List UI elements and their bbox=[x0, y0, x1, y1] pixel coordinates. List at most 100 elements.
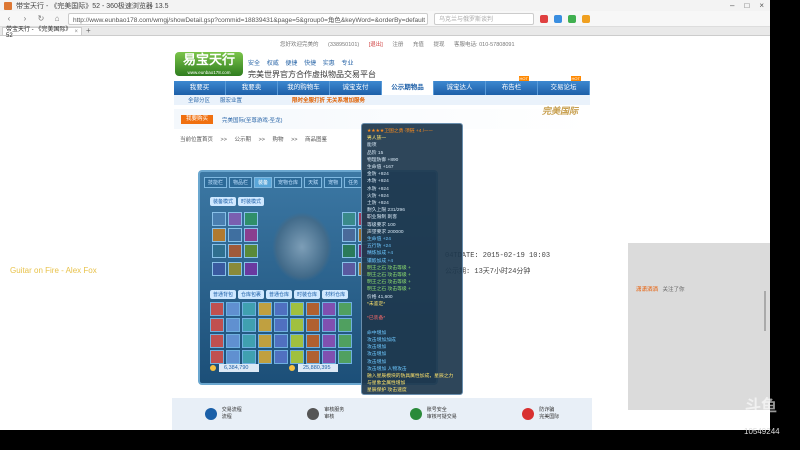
main-nav-item[interactable]: 公示期物品 bbox=[382, 81, 434, 95]
main-nav-item[interactable]: 布告栏 HOT bbox=[486, 76, 538, 95]
inventory-tab-button[interactable]: 仓库包裹 bbox=[238, 290, 265, 299]
search-input[interactable]: 乌克兰与俄罗斯谈判 bbox=[434, 12, 534, 25]
inventory-slot[interactable] bbox=[210, 334, 224, 348]
inventory-slot[interactable] bbox=[258, 334, 272, 348]
equipment-slot[interactable] bbox=[228, 212, 242, 226]
inventory-slot[interactable] bbox=[242, 302, 256, 316]
inventory-slot[interactable] bbox=[338, 302, 352, 316]
inventory-slot[interactable] bbox=[210, 318, 224, 332]
footer-item[interactable]: 审核服务 审核 bbox=[307, 407, 344, 421]
equipment-slot[interactable] bbox=[212, 228, 226, 242]
inventory-slot[interactable] bbox=[258, 350, 272, 364]
game-tab[interactable]: 任务 bbox=[344, 177, 363, 188]
main-nav-item[interactable]: 我的购物车 bbox=[278, 81, 330, 95]
inventory-slot[interactable] bbox=[226, 350, 240, 364]
inventory-slot[interactable] bbox=[322, 318, 336, 332]
equipment-slot[interactable] bbox=[244, 262, 258, 276]
inventory-slot[interactable] bbox=[258, 302, 272, 316]
chat-scrollbar[interactable] bbox=[764, 291, 766, 331]
subnav-all-servers[interactable]: 全部分区 bbox=[188, 96, 210, 104]
equipment-slot[interactable] bbox=[244, 244, 258, 258]
inventory-slot[interactable] bbox=[322, 302, 336, 316]
inventory-slot[interactable] bbox=[226, 318, 240, 332]
inventory-tab-button[interactable]: 材料仓库 bbox=[322, 290, 349, 299]
main-nav-item[interactable]: 诚宝达人 bbox=[434, 81, 486, 95]
footer-item[interactable]: 防诈骗 完美国际 bbox=[522, 407, 559, 421]
subnav-server-settings[interactable]: 服宏业置 bbox=[220, 96, 242, 104]
site-logo[interactable]: 易宝天行 www.eunbao178.com bbox=[175, 52, 243, 76]
inventory-slot[interactable] bbox=[210, 350, 224, 364]
inventory-slot[interactable] bbox=[306, 334, 320, 348]
inventory-slot[interactable] bbox=[338, 350, 352, 364]
tab-close-icon[interactable]: × bbox=[74, 29, 78, 35]
feature-link[interactable]: 权威 bbox=[267, 61, 279, 67]
equipment-slot[interactable] bbox=[228, 228, 242, 242]
inventory-slot[interactable] bbox=[274, 318, 288, 332]
maximize-button[interactable]: □ bbox=[744, 1, 749, 10]
feature-link[interactable]: 安全 bbox=[248, 61, 260, 67]
close-window-button[interactable]: × bbox=[759, 1, 764, 10]
buy-button[interactable]: 我要购买 bbox=[181, 115, 213, 124]
register-link[interactable]: 注册 bbox=[392, 42, 403, 48]
equipment-slot[interactable] bbox=[228, 244, 242, 258]
inventory-slot[interactable] bbox=[290, 334, 304, 348]
inventory-tab-button[interactable]: 时装仓库 bbox=[294, 290, 321, 299]
inventory-slot[interactable] bbox=[338, 318, 352, 332]
feature-link[interactable]: 专业 bbox=[341, 61, 353, 67]
feature-link[interactable]: 便捷 bbox=[285, 61, 297, 67]
inventory-tab-button[interactable]: 普通背包 bbox=[210, 290, 237, 299]
new-tab-button[interactable]: + bbox=[86, 27, 91, 35]
inventory-slot[interactable] bbox=[306, 302, 320, 316]
extension-icon[interactable] bbox=[554, 14, 562, 23]
feature-link[interactable]: 实惠 bbox=[323, 61, 335, 67]
inventory-slot[interactable] bbox=[242, 350, 256, 364]
home-button[interactable]: ⌂ bbox=[52, 14, 62, 23]
footer-item[interactable]: 账号安全 审核可疑交易 bbox=[409, 407, 457, 421]
equipment-slot[interactable] bbox=[212, 262, 226, 276]
inventory-slot[interactable] bbox=[258, 318, 272, 332]
game-tab[interactable]: 宠物 bbox=[324, 177, 343, 188]
equipment-slot[interactable] bbox=[228, 262, 242, 276]
main-nav-item[interactable]: 我要卖 bbox=[226, 81, 278, 95]
equipment-slot[interactable] bbox=[342, 262, 356, 276]
inventory-tab-button[interactable]: 普通仓库 bbox=[266, 290, 293, 299]
breadcrumb-item[interactable]: 当前位置首页 bbox=[180, 137, 213, 143]
tab-active[interactable]: 带宝天行 - 《完美国际》52 × bbox=[2, 27, 82, 39]
feature-link[interactable]: 快捷 bbox=[304, 61, 316, 67]
withdraw-link[interactable]: 提现 bbox=[433, 42, 444, 48]
inventory-slot[interactable] bbox=[322, 334, 336, 348]
equipment-slot[interactable] bbox=[244, 212, 258, 226]
inventory-slot[interactable] bbox=[306, 318, 320, 332]
equipment-slot[interactable] bbox=[244, 228, 258, 242]
inventory-slot[interactable] bbox=[274, 302, 288, 316]
equipment-slot[interactable] bbox=[342, 244, 356, 258]
equipment-slot[interactable] bbox=[342, 212, 356, 226]
inventory-slot[interactable] bbox=[210, 302, 224, 316]
breadcrumb-item[interactable]: 购物 bbox=[273, 137, 284, 143]
logout-link[interactable]: [退出] bbox=[369, 42, 383, 48]
equipment-slot[interactable] bbox=[342, 228, 356, 242]
equip-mode-button[interactable]: 装备模式 bbox=[210, 197, 237, 206]
extension-icon[interactable] bbox=[540, 14, 548, 23]
inventory-slot[interactable] bbox=[290, 302, 304, 316]
extension-icon[interactable] bbox=[568, 14, 576, 23]
inventory-slot[interactable] bbox=[322, 350, 336, 364]
fashion-mode-button[interactable]: 时装模式 bbox=[238, 197, 265, 206]
address-bar[interactable]: http://www.eunbao178.com/wmgj/showDetail… bbox=[68, 12, 428, 25]
refresh-button[interactable]: ↻ bbox=[36, 14, 46, 23]
promo-text[interactable]: 限时全服打折 无关系增加服务 bbox=[292, 96, 365, 104]
inventory-slot[interactable] bbox=[274, 334, 288, 348]
main-nav-item[interactable]: 我要买 bbox=[174, 81, 226, 95]
game-tab[interactable]: 物品栏 bbox=[229, 177, 253, 188]
game-tab[interactable]: 宠物仓库 bbox=[274, 177, 303, 188]
inventory-slot[interactable] bbox=[226, 334, 240, 348]
inventory-slot[interactable] bbox=[290, 318, 304, 332]
game-tab[interactable]: 技能栏 bbox=[204, 177, 228, 188]
chat-username[interactable]: 潇潇洒洒 bbox=[636, 287, 658, 293]
inventory-slot[interactable] bbox=[306, 350, 320, 364]
equipment-slot[interactable] bbox=[212, 244, 226, 258]
main-nav-item[interactable]: 诚宝支付 bbox=[330, 81, 382, 95]
extension-icon[interactable] bbox=[582, 14, 590, 23]
inventory-slot[interactable] bbox=[274, 350, 288, 364]
inventory-slot[interactable] bbox=[242, 334, 256, 348]
